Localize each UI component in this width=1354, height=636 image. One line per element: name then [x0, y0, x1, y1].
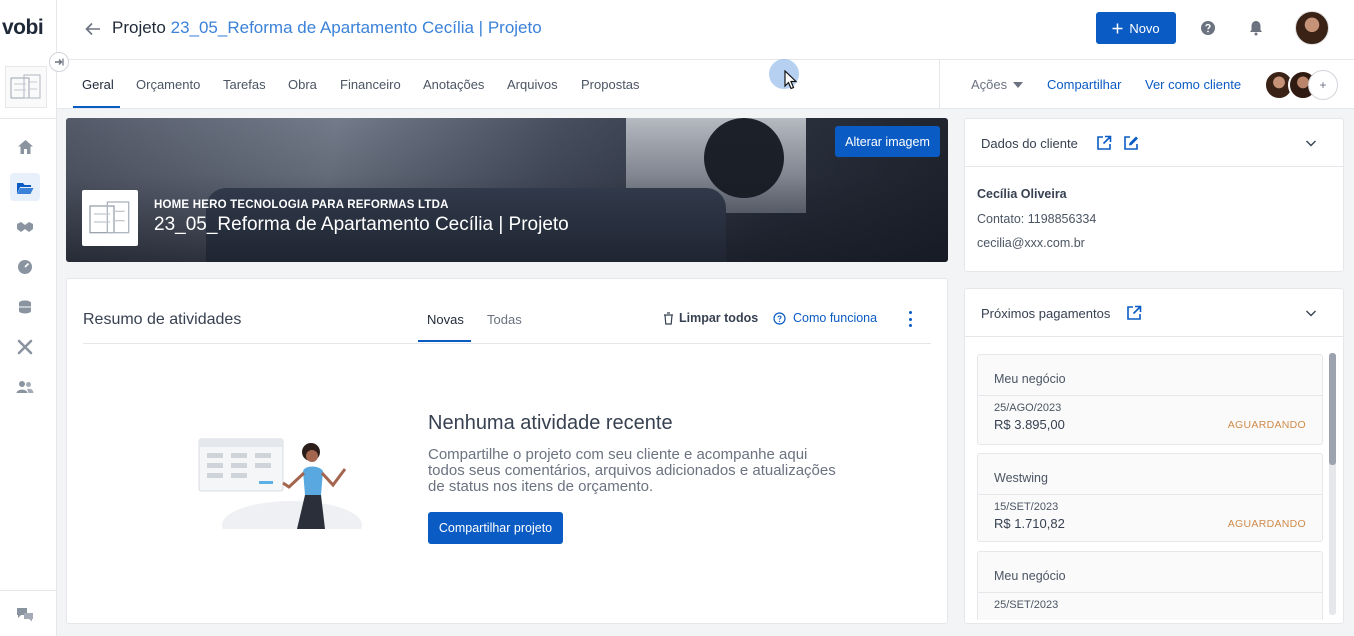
- external-link-icon[interactable]: [1126, 305, 1142, 321]
- new-button[interactable]: Novo: [1096, 12, 1176, 44]
- new-button-label: Novo: [1129, 20, 1160, 36]
- client-email: cecilia@xxx.com.br: [977, 236, 1085, 250]
- plus-icon: [1112, 23, 1123, 33]
- payment-name: Meu negócio: [994, 372, 1066, 386]
- project-logo-thumb: [82, 190, 138, 246]
- question-circle-icon: [773, 311, 786, 325]
- payment-status: AGUARDANDO: [1227, 419, 1306, 431]
- users-icon[interactable]: [10, 373, 40, 401]
- project-thumbnail[interactable]: [5, 66, 47, 108]
- external-link-icon[interactable]: [1096, 135, 1112, 151]
- empty-state-illustration: [198, 438, 362, 529]
- project-name-link[interactable]: 23_05_Reforma de Apartamento Cecília | P…: [171, 18, 542, 37]
- activity-summary-card: Resumo de atividades Novas Todas Limpar …: [66, 278, 948, 624]
- chevron-down-icon[interactable]: [1305, 307, 1317, 319]
- share-link[interactable]: Compartilhar: [1047, 77, 1121, 92]
- tab-geral[interactable]: Geral: [82, 77, 114, 92]
- sidebar: vobi: [0, 0, 57, 636]
- empty-state-title: Nenhuma atividade recente: [428, 412, 673, 434]
- vobi-logo: vobi: [2, 16, 44, 39]
- help-icon[interactable]: [1199, 19, 1217, 37]
- caret-down-icon: [1013, 81, 1024, 88]
- project-banner: HOME HERO TECNOLOGIA PARA REFORMAS LTDA …: [66, 118, 948, 262]
- banner-title: 23_05_Reforma de Apartamento Cecília | P…: [154, 214, 569, 235]
- active-activity-tab-indicator: [418, 340, 471, 342]
- tab-all-activities[interactable]: Todas: [487, 312, 522, 327]
- how-it-works-link[interactable]: Como funciona: [773, 311, 877, 325]
- payment-status: AGUARDANDO: [1227, 518, 1306, 530]
- tab-propostas[interactable]: Propostas: [581, 77, 640, 92]
- building-sketch-icon: [89, 201, 130, 234]
- tab-anotacoes[interactable]: Anotações: [423, 77, 484, 92]
- gauge-icon[interactable]: [10, 253, 40, 281]
- tab-new-activities[interactable]: Novas: [427, 312, 464, 327]
- payments-card-title: Próximos pagamentos: [981, 306, 1111, 321]
- folder-icon[interactable]: [10, 173, 40, 201]
- activity-title: Resumo de atividades: [83, 311, 242, 328]
- chevron-down-icon[interactable]: [1305, 137, 1317, 149]
- client-card-title: Dados do cliente: [981, 136, 1078, 151]
- view-as-client-link[interactable]: Ver como cliente: [1145, 77, 1241, 92]
- client-card-header[interactable]: Dados do cliente: [965, 119, 1343, 167]
- payment-value: R$ 1.710,82: [994, 516, 1065, 531]
- home-icon[interactable]: [10, 133, 40, 161]
- payments-scrollbar[interactable]: [1329, 353, 1336, 615]
- add-member-button[interactable]: +: [1308, 70, 1338, 100]
- how-it-works-label: Como funciona: [793, 311, 878, 325]
- user-avatar[interactable]: [1295, 11, 1329, 45]
- top-header: Projeto 23_05_Reforma de Apartamento Cec…: [57, 0, 1354, 60]
- bell-icon[interactable]: [1247, 19, 1265, 37]
- page-title: Projeto 23_05_Reforma de Apartamento Cec…: [112, 18, 542, 38]
- actions-label: Ações: [971, 77, 1008, 92]
- tools-icon[interactable]: [10, 333, 40, 361]
- handshake-icon[interactable]: [10, 213, 40, 241]
- actions-dropdown[interactable]: Ações: [971, 77, 1024, 92]
- active-tab-indicator: [73, 106, 120, 108]
- payment-name: Westwing: [994, 471, 1048, 485]
- tab-arquivos[interactable]: Arquivos: [507, 77, 558, 92]
- back-arrow-icon[interactable]: [83, 19, 103, 39]
- clear-all-button[interactable]: Limpar todos: [663, 311, 758, 325]
- payment-value: R$ 3.895,00: [994, 417, 1065, 432]
- payment-date: 25/AGO/2023: [994, 402, 1062, 414]
- payment-date: 25/SET/2023: [994, 599, 1059, 611]
- client-contact: Contato: 1198856334: [977, 212, 1097, 226]
- edit-icon[interactable]: [1123, 135, 1139, 151]
- empty-state-text: Compartilhe o projeto com seu cliente e …: [428, 446, 836, 495]
- payment-item[interactable]: Westwing 15/SET/2023 R$ 1.710,82 AGUARDA…: [977, 453, 1323, 542]
- project-tabs-bar: Geral Orçamento Tarefas Obra Financeiro …: [57, 60, 1354, 109]
- expand-sidebar-button[interactable]: [49, 52, 69, 72]
- company-name: HOME HERO TECNOLOGIA PARA REFORMAS LTDA: [154, 199, 449, 211]
- payment-item[interactable]: Meu negócio 25/AGO/2023 R$ 3.895,00 AGUA…: [977, 354, 1323, 445]
- payments-card-header[interactable]: Próximos pagamentos: [965, 289, 1343, 337]
- tab-financeiro[interactable]: Financeiro: [340, 77, 401, 92]
- title-prefix: Projeto: [112, 18, 166, 37]
- mouse-cursor-icon: [784, 70, 798, 90]
- payment-date: 15/SET/2023: [994, 501, 1059, 513]
- payments-scroll-thumb[interactable]: [1329, 353, 1336, 465]
- change-image-button[interactable]: Alterar imagem: [835, 126, 940, 157]
- building-sketch-icon: [10, 74, 41, 99]
- coins-icon[interactable]: [10, 293, 40, 321]
- client-name: Cecília Oliveira: [977, 187, 1067, 201]
- client-data-card: Dados do cliente Cecília Oliveira Contat…: [964, 118, 1344, 272]
- payment-name: Meu negócio: [994, 569, 1066, 583]
- payments-list: Meu negócio 25/AGO/2023 R$ 3.895,00 AGUA…: [977, 354, 1323, 620]
- share-project-button[interactable]: Compartilhar projeto: [428, 512, 563, 544]
- more-options-icon[interactable]: [905, 311, 915, 327]
- payment-item[interactable]: Meu negócio 25/SET/2023: [977, 551, 1323, 620]
- arrow-right-bar-icon: [55, 58, 64, 66]
- trash-icon: [664, 311, 673, 325]
- clear-all-label: Limpar todos: [679, 311, 759, 325]
- tab-obra[interactable]: Obra: [288, 77, 317, 92]
- tab-orcamento[interactable]: Orçamento: [136, 77, 200, 92]
- upcoming-payments-card: Próximos pagamentos Meu negócio 25/AGO/2…: [964, 288, 1344, 624]
- tab-tarefas[interactable]: Tarefas: [223, 77, 266, 92]
- chat-support-icon[interactable]: [10, 600, 40, 628]
